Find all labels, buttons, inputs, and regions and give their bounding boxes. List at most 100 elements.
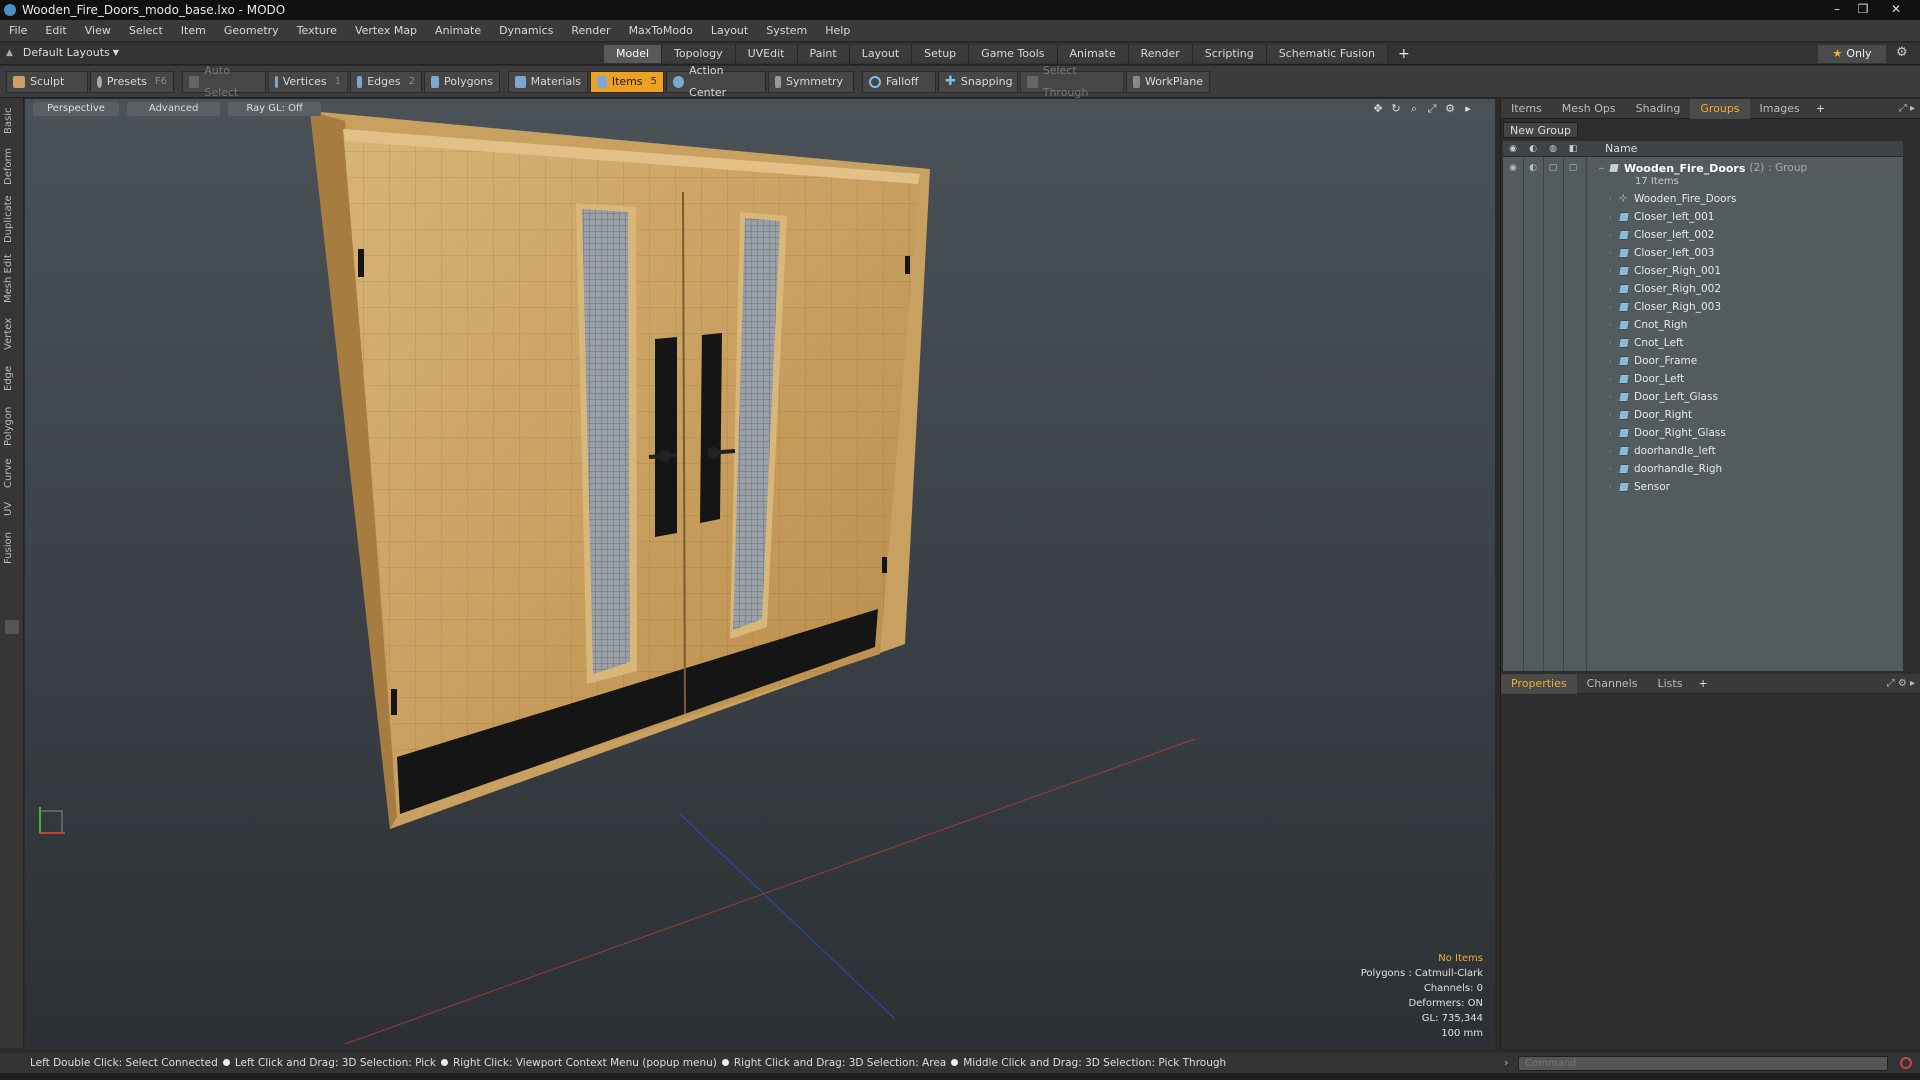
list-item[interactable]: · Closer_left_003 bbox=[1503, 244, 1903, 262]
visibility-column-icon[interactable]: ◉ bbox=[1503, 144, 1523, 154]
list-item[interactable]: · Closer_left_002 bbox=[1503, 226, 1903, 244]
ray-gl-button[interactable]: Ray GL: Off bbox=[228, 102, 321, 116]
list-item[interactable]: · Cnot_Righ bbox=[1503, 316, 1903, 334]
panel-toggle-button[interactable] bbox=[5, 620, 19, 634]
tab-items[interactable]: Items bbox=[1501, 99, 1552, 119]
menu-maxtomodo[interactable]: MaxToModo bbox=[620, 20, 702, 42]
menu-texture[interactable]: Texture bbox=[288, 20, 346, 42]
list-item[interactable]: · Door_Left bbox=[1503, 370, 1903, 388]
menu-layout[interactable]: Layout bbox=[702, 20, 757, 42]
menu-vertex-map[interactable]: Vertex Map bbox=[346, 20, 426, 42]
name-column-header[interactable]: Name bbox=[1605, 142, 1637, 155]
tab-render[interactable]: Render bbox=[1128, 45, 1193, 63]
tab-model[interactable]: Model bbox=[604, 45, 663, 63]
tab-schematic-fusion[interactable]: Schematic Fusion bbox=[1266, 45, 1389, 63]
lock-column-icon[interactable]: ◍ bbox=[1543, 144, 1563, 154]
menu-geometry[interactable]: Geometry bbox=[215, 20, 288, 42]
add-tab-button[interactable]: + bbox=[1692, 677, 1713, 690]
menu-file[interactable]: File bbox=[0, 20, 36, 42]
list-item[interactable]: · Cnot_Left bbox=[1503, 334, 1903, 352]
menu-select[interactable]: Select bbox=[120, 20, 172, 42]
pan-icon[interactable]: ✥ bbox=[1369, 102, 1387, 116]
materials-button[interactable]: Materials bbox=[508, 71, 588, 93]
render-column-icon[interactable]: ◐ bbox=[1523, 144, 1543, 154]
symmetry-button[interactable]: Symmetry bbox=[768, 71, 854, 93]
tab-images[interactable]: Images bbox=[1750, 99, 1810, 119]
list-item[interactable]: · doorhandle_Righ bbox=[1503, 460, 1903, 478]
close-button[interactable]: ✕ bbox=[1876, 0, 1916, 18]
list-item[interactable]: · Closer_Righ_002 bbox=[1503, 280, 1903, 298]
record-macro-icon[interactable] bbox=[1900, 1057, 1912, 1069]
menu-edit[interactable]: Edit bbox=[36, 20, 75, 42]
tab-channels[interactable]: Channels bbox=[1577, 674, 1648, 694]
menu-dynamics[interactable]: Dynamics bbox=[490, 20, 562, 42]
list-item[interactable]: · Closer_left_001 bbox=[1503, 208, 1903, 226]
menu-item[interactable]: Item bbox=[172, 20, 215, 42]
tab-shading[interactable]: Shading bbox=[1626, 99, 1691, 119]
workplane-button[interactable]: WorkPlane bbox=[1126, 71, 1210, 93]
vtab-fusion[interactable]: Fusion bbox=[3, 528, 21, 568]
list-item[interactable]: · Door_Right_Glass bbox=[1503, 424, 1903, 442]
tab-lists[interactable]: Lists bbox=[1648, 674, 1693, 694]
minimize-button[interactable]: – bbox=[1824, 0, 1850, 18]
collapse-up-icon[interactable]: ▲ bbox=[6, 48, 13, 58]
panel-expand-icon[interactable]: ⤢ ▸ bbox=[1899, 103, 1915, 114]
vtab-deform[interactable]: Deform bbox=[3, 146, 21, 186]
vtab-curve[interactable]: Curve bbox=[3, 456, 21, 490]
vtab-edge[interactable]: Edge bbox=[3, 362, 21, 394]
vtab-polygon[interactable]: Polygon bbox=[3, 404, 21, 448]
list-item[interactable]: · Sensor bbox=[1503, 478, 1903, 496]
tab-properties[interactable]: Properties bbox=[1501, 673, 1577, 694]
panel-expand-icon[interactable]: ⤢ ⚙ ▸ bbox=[1887, 678, 1915, 689]
shading-mode-button[interactable]: Advanced bbox=[126, 102, 221, 116]
3d-viewport[interactable]: Perspective Advanced Ray GL: Off ✥ ↻ ⌕ ⤢… bbox=[25, 99, 1495, 1049]
group-row[interactable]: ◉ ◐ ▢ ▢ ─ Wooden_Fire_Doors (2) : Group bbox=[1503, 160, 1903, 176]
select-through-button[interactable]: Select Through bbox=[1020, 64, 1124, 99]
vtab-basic[interactable]: Basic bbox=[3, 106, 21, 136]
only-toggle[interactable]: ★ Only bbox=[1818, 45, 1886, 63]
add-tab-button[interactable]: + bbox=[1810, 102, 1831, 115]
edges-button[interactable]: Edges 2 bbox=[350, 71, 422, 93]
vertices-button[interactable]: Vertices 1 bbox=[268, 71, 348, 93]
tab-mesh-ops[interactable]: Mesh Ops bbox=[1552, 99, 1626, 119]
maximize-button[interactable]: ❐ bbox=[1850, 0, 1876, 18]
menu-view[interactable]: View bbox=[76, 20, 120, 42]
list-item[interactable]: · Door_Left_Glass bbox=[1503, 388, 1903, 406]
snapping-button[interactable]: ✚ Snapping bbox=[938, 71, 1018, 93]
sculpt-button[interactable]: Sculpt bbox=[6, 71, 88, 93]
falloff-button[interactable]: Falloff bbox=[862, 71, 936, 93]
gear-icon[interactable]: ⚙ bbox=[1896, 45, 1908, 60]
tab-groups[interactable]: Groups bbox=[1690, 98, 1750, 119]
list-item[interactable]: · doorhandle_left bbox=[1503, 442, 1903, 460]
vtab-mesh-edit[interactable]: Mesh Edit bbox=[3, 254, 21, 304]
command-input[interactable] bbox=[1518, 1056, 1888, 1071]
vtab-duplicate[interactable]: Duplicate bbox=[3, 194, 21, 244]
fit-icon[interactable]: ⤢ bbox=[1423, 102, 1441, 116]
list-item[interactable]: · Closer_Righ_001 bbox=[1503, 262, 1903, 280]
list-item[interactable]: · Closer_Righ_003 bbox=[1503, 298, 1903, 316]
zoom-icon[interactable]: ⌕ bbox=[1405, 102, 1423, 116]
layouts-dropdown[interactable]: ▲ Default Layouts ▼ bbox=[6, 46, 119, 59]
items-button[interactable]: Items 5 bbox=[590, 71, 664, 93]
view-type-button[interactable]: Perspective bbox=[33, 102, 119, 116]
lock-toggle[interactable]: ▢ bbox=[1543, 159, 1563, 177]
eye-icon[interactable]: ◉ bbox=[1503, 159, 1523, 177]
tab-layout[interactable]: Layout bbox=[849, 45, 913, 63]
render-icon[interactable]: ◐ bbox=[1523, 159, 1543, 177]
select-toggle[interactable]: ▢ bbox=[1563, 159, 1583, 177]
new-group-button[interactable]: New Group bbox=[1503, 122, 1578, 138]
tab-setup[interactable]: Setup bbox=[912, 45, 970, 63]
list-item[interactable]: · Door_Right bbox=[1503, 406, 1903, 424]
auto-select-button[interactable]: Auto Select bbox=[182, 64, 266, 99]
expand-arrow-icon[interactable]: ▸ bbox=[1459, 102, 1477, 116]
menu-system[interactable]: System bbox=[757, 20, 816, 42]
vtab-uv[interactable]: UV bbox=[3, 498, 21, 520]
select-column-icon[interactable]: ◧ bbox=[1563, 144, 1583, 154]
presets-button[interactable]: Presets F6 bbox=[90, 71, 174, 93]
tab-scripting[interactable]: Scripting bbox=[1192, 45, 1267, 63]
list-item[interactable]: · ⊹ Wooden_Fire_Doors bbox=[1503, 190, 1903, 208]
vtab-vertex[interactable]: Vertex bbox=[3, 314, 21, 354]
rotate-icon[interactable]: ↻ bbox=[1387, 102, 1405, 116]
polygons-button[interactable]: Polygons bbox=[424, 71, 500, 93]
menu-animate[interactable]: Animate bbox=[426, 20, 490, 42]
